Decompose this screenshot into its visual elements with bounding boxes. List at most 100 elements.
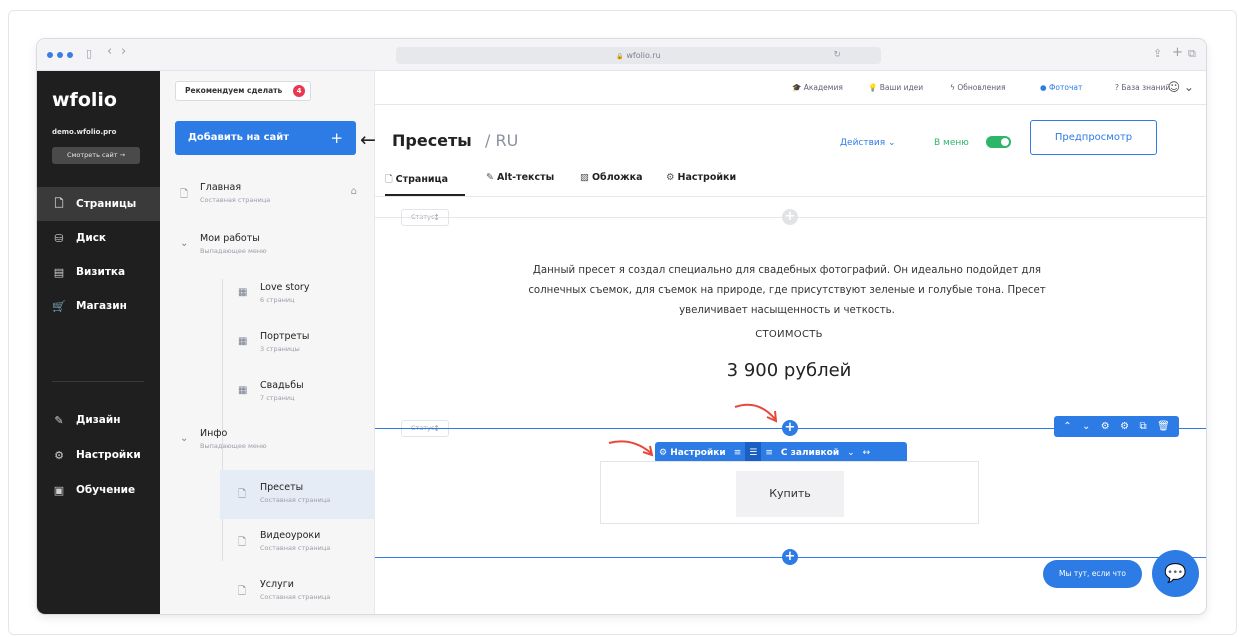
fill-style-select[interactable]: С заливкой <box>777 442 843 463</box>
page-item-weddings[interactable]: ▦ Свадьбы 7 страниц <box>160 373 375 411</box>
nav-item-card[interactable]: ▤ Визитка <box>37 255 160 289</box>
knowledge-base-link[interactable]: ? База знаний <box>1115 83 1170 92</box>
copy-icon[interactable]: ⧉ <box>1140 421 1147 432</box>
updates-label: Обновления <box>957 83 1006 92</box>
url-text: wfolio.ru <box>626 51 661 60</box>
address-bar[interactable]: 🔒 wfolio.ru ↻ <box>396 47 881 64</box>
tab-settings[interactable]: ⚙ Настройки <box>666 172 736 183</box>
graduation-cap-icon: 🎓 <box>792 83 802 92</box>
price-text: 3 900 рублей <box>726 360 852 381</box>
add-block-icon[interactable]: + <box>782 209 798 225</box>
sidebar-toggle-icon[interactable]: ▯ <box>86 47 92 60</box>
page-item-name: Главная <box>200 182 242 193</box>
image-icon: ▨ <box>580 172 589 183</box>
page-icon: 🗋 <box>180 189 189 200</box>
browser-forward-icon[interactable]: › <box>121 44 126 59</box>
active-tab-indicator <box>385 194 465 196</box>
browser-back-icon[interactable]: ‹ <box>107 44 112 59</box>
tab-label: Alt-тексты <box>496 172 555 183</box>
in-menu-toggle[interactable] <box>986 136 1011 148</box>
block-tools: ⌃ ⌄ ⚙ ⚙ ⧉ 🗑 <box>1054 416 1179 437</box>
add-to-site-button[interactable]: Добавить на сайт + <box>175 121 356 155</box>
nav-item-settings[interactable]: ⚙ Настройки <box>37 438 160 472</box>
logo[interactable]: wfolio <box>52 89 117 111</box>
cart-icon: 🛒 <box>52 299 66 313</box>
nav-item-learning[interactable]: ▣ Обучение <box>37 473 160 507</box>
align-left-icon[interactable]: ≡ <box>730 442 746 463</box>
add-block-icon[interactable]: + <box>782 549 798 565</box>
page-item-portraits[interactable]: ▦ Портреты 3 страницы <box>160 324 375 362</box>
page-item-type: 3 страницы <box>260 345 300 353</box>
updates-link[interactable]: ϟ Обновления <box>950 83 1005 92</box>
align-right-icon[interactable]: ≡ <box>761 442 777 463</box>
add-block-icon[interactable]: + <box>782 420 798 436</box>
nav-item-shop[interactable]: 🛒 Магазин <box>37 289 160 323</box>
page-item-name: Услуги <box>260 579 294 590</box>
reload-icon[interactable]: ↻ <box>833 47 841 64</box>
nav-item-pages[interactable]: 🗋 Страницы <box>37 187 160 221</box>
page-item-type: Выпадающее меню <box>200 247 267 255</box>
photochat-link[interactable]: ● Фоточат <box>1040 83 1082 92</box>
trash-icon[interactable]: 🗑 <box>1157 421 1170 432</box>
chevron-down-icon[interactable]: ⌄ <box>180 238 188 249</box>
tab-cover[interactable]: ▨ Обложка <box>580 172 643 183</box>
account-icon[interactable]: ☺ ⌄ <box>1168 80 1194 94</box>
move-down-icon[interactable]: ⌄ <box>1082 421 1090 432</box>
page-icon: 🗋 <box>238 537 247 548</box>
tabs-overview-icon[interactable]: ⧉ <box>1188 47 1196 61</box>
gear-icon[interactable]: ⚙ <box>1120 421 1129 432</box>
align-center-icon[interactable]: ☰ <box>745 442 762 463</box>
page-item-presets[interactable]: 🗋 Пресеты Составная страница <box>220 470 375 519</box>
nav-item-disk[interactable]: ⛁ Диск <box>37 221 160 255</box>
disk-icon: ⛁ <box>54 231 64 245</box>
page-item-name: Видеоуроки <box>260 530 321 541</box>
nav-item-label: Диск <box>76 232 107 244</box>
card-icon: ▤ <box>53 265 65 279</box>
view-site-button[interactable]: Смотреть сайт → <box>52 147 140 164</box>
page-item-info[interactable]: ⌄ Инфо Выпадающее меню <box>160 421 375 459</box>
new-tab-icon[interactable]: + <box>1172 45 1183 60</box>
page-item-love-story[interactable]: ▦ Love story 6 страниц <box>160 275 375 313</box>
pages-panel: Рекомендуем сделать 4 Добавить на сайт +… <box>160 71 375 614</box>
chevron-down-icon[interactable]: ⌄ <box>843 442 859 463</box>
academy-link[interactable]: 🎓 Академия <box>792 83 843 92</box>
width-icon[interactable]: ↔ <box>859 442 875 463</box>
tab-label: Обложка <box>591 172 643 183</box>
page-item-name: Инфо <box>200 428 228 439</box>
nav-item-label: Визитка <box>76 266 126 278</box>
palette-icon[interactable]: ⚙ <box>1101 421 1110 432</box>
buy-button[interactable]: Купить <box>736 471 844 517</box>
page-item-services[interactable]: 🗋 Услуги Составная страница <box>160 572 375 610</box>
page-language-link[interactable]: / RU <box>485 131 518 150</box>
bolt-icon: ϟ <box>950 83 955 92</box>
recommend-button[interactable]: Рекомендуем сделать 4 <box>175 81 311 101</box>
chat-hint-pill[interactable]: Мы тут, если что <box>1043 560 1142 588</box>
chat-icon[interactable]: 💬 <box>1152 550 1199 597</box>
window-close-button[interactable] <box>47 52 53 58</box>
block-settings-button[interactable]: ⚙ Настройки <box>655 442 730 463</box>
cost-label: СТОИМОСТЬ <box>755 329 823 340</box>
move-up-icon[interactable]: ⌃ <box>1063 421 1071 432</box>
actions-dropdown[interactable]: Действия ⌄ <box>840 138 896 148</box>
nav-item-label: Настройки <box>76 449 141 461</box>
tab-page[interactable]: 🗋 Страница <box>385 172 448 188</box>
window-zoom-button[interactable] <box>67 52 73 58</box>
tab-label: Страница <box>395 174 449 185</box>
tab-alt-texts[interactable]: ✎ Alt-тексты <box>486 172 554 183</box>
window-minimize-button[interactable] <box>57 52 63 58</box>
gallery-icon: ▦ <box>238 385 248 396</box>
chevron-down-icon[interactable]: ⌄ <box>180 433 188 444</box>
ideas-label: Ваши идеи <box>879 83 924 92</box>
ideas-link[interactable]: 💡 Ваши идеи <box>868 83 923 92</box>
page-item-video-lessons[interactable]: 🗋 Видеоуроки Составная страница <box>160 523 375 561</box>
page-item-type: 7 страниц <box>260 394 295 402</box>
nav-item-design[interactable]: ✎ Дизайн <box>37 403 160 437</box>
page-icon: 🗋 <box>54 196 64 210</box>
share-icon[interactable]: ⇪ <box>1153 47 1162 60</box>
back-arrow-icon[interactable]: ← <box>360 129 376 151</box>
page-item-name: Свадьбы <box>260 380 304 391</box>
preview-button[interactable]: Предпросмотр <box>1030 120 1157 155</box>
page-item-type: Составная страница <box>200 196 271 204</box>
page-item-home[interactable]: 🗋 Главная Составная страница ⌂ <box>160 175 375 213</box>
page-item-my-works[interactable]: ⌄ Мои работы Выпадающее меню <box>160 226 375 264</box>
